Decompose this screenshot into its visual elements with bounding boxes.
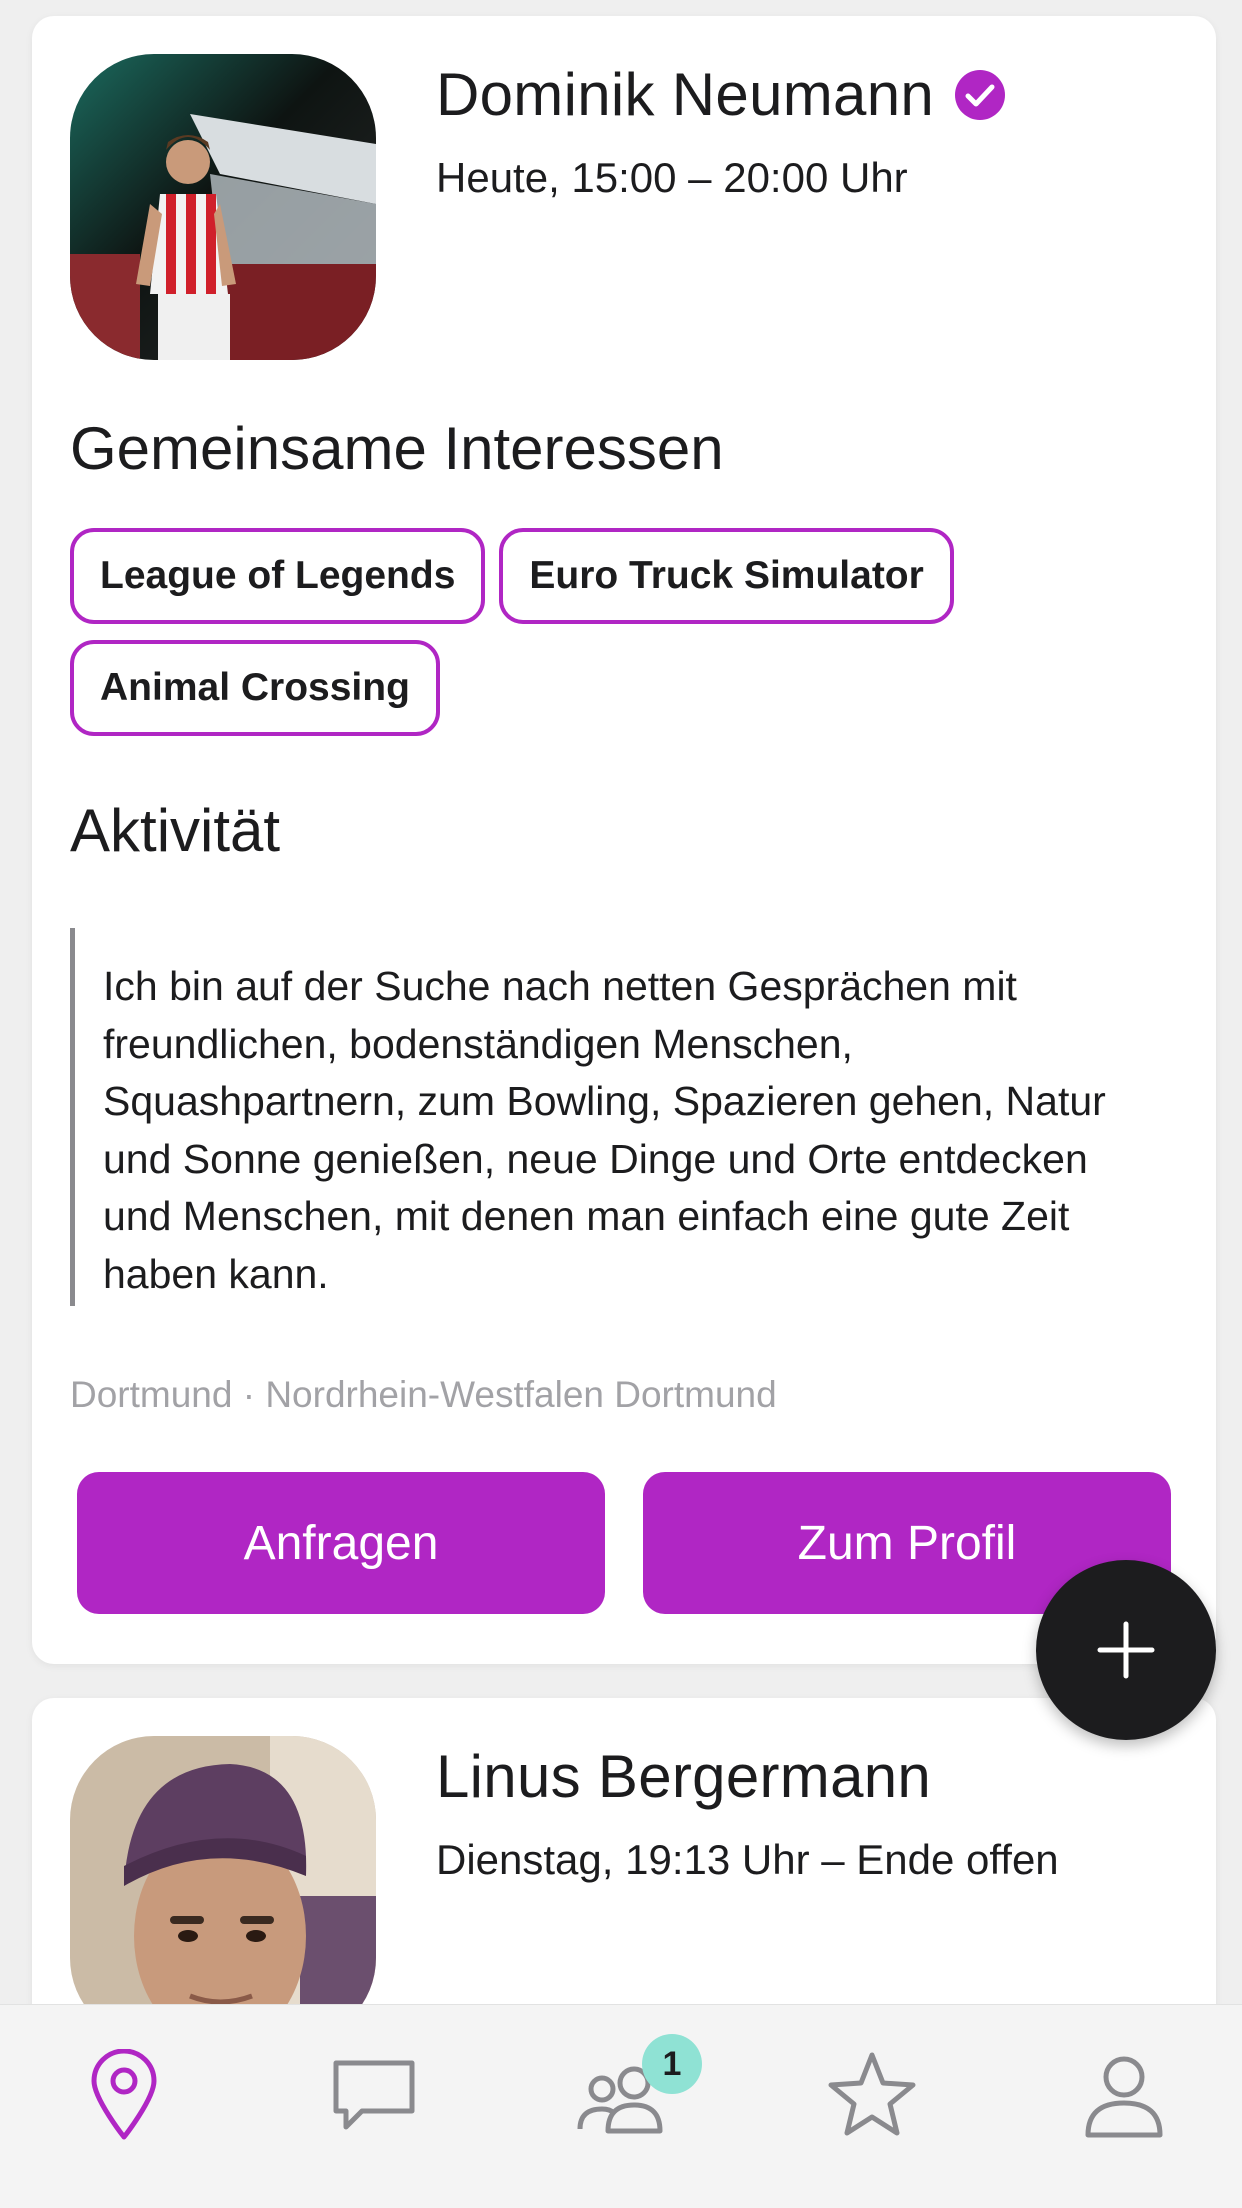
activity-time: Dienstag, 19:13 Uhr – Ende offen <box>436 1836 1059 1883</box>
activity-card-dominik[interactable]: Dominik Neumann Heute, 15:00 – 20:00 Uhr… <box>32 16 1216 1664</box>
tab-chat[interactable] <box>324 2045 424 2145</box>
activity-heading: Aktivität <box>70 797 281 864</box>
avatar[interactable] <box>70 1736 376 2042</box>
interest-chip[interactable]: Euro Truck Simulator <box>499 528 954 624</box>
add-activity-button[interactable] <box>1036 1560 1216 1740</box>
person-icon <box>1085 2056 1163 2138</box>
avatar[interactable] <box>70 54 376 360</box>
location-text: Dortmund · Nordrhein-Westfalen Dortmund <box>70 1374 777 1415</box>
interests-heading: Gemeinsame Interessen <box>70 415 724 482</box>
name-row: Linus Bergermann <box>436 1742 931 1811</box>
star-icon <box>828 2052 916 2136</box>
bottom-tab-bar <box>0 2004 1242 2208</box>
friends-notification-badge: 1 <box>642 2034 702 2094</box>
tab-map[interactable] <box>74 2045 174 2145</box>
map-pin-icon <box>91 2049 157 2140</box>
app-screen: Dominik Neumann Heute, 15:00 – 20:00 Uhr… <box>0 0 1242 2208</box>
tab-profile[interactable] <box>1074 2045 1174 2145</box>
user-name[interactable]: Linus Bergermann <box>436 1742 931 1811</box>
name-row: Dominik Neumann <box>436 60 1006 129</box>
interest-chips: League of Legends Euro Truck Simulator A… <box>70 528 1170 736</box>
user-name[interactable]: Dominik Neumann <box>436 60 934 129</box>
tab-favorites[interactable] <box>822 2045 922 2145</box>
interest-chip[interactable]: Animal Crossing <box>70 640 440 736</box>
plus-icon <box>1097 1621 1155 1679</box>
activity-time: Heute, 15:00 – 20:00 Uhr <box>436 154 908 201</box>
verified-check-icon <box>955 69 1006 120</box>
avatar-photo <box>70 54 376 360</box>
activity-description: Ich bin auf der Suche nach netten Gesprä… <box>70 928 1150 1306</box>
request-button[interactable]: Anfragen <box>77 1472 605 1614</box>
interest-chip[interactable]: League of Legends <box>70 528 486 624</box>
chat-bubble-icon <box>333 2060 415 2130</box>
avatar-photo <box>70 1736 376 2042</box>
